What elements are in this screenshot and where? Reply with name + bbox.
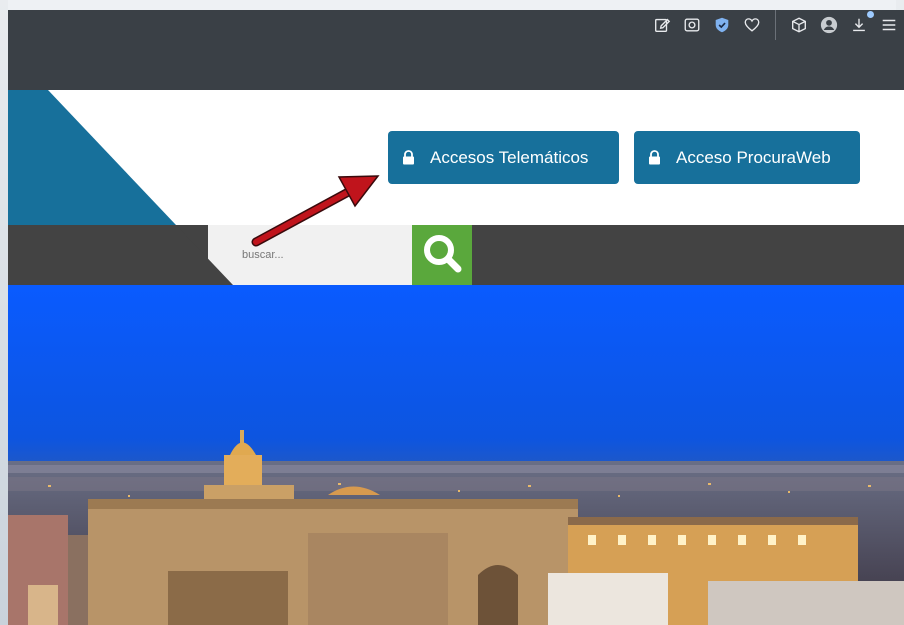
cube-icon[interactable] — [784, 11, 814, 39]
backdrop-top — [0, 0, 904, 10]
lock-icon — [402, 150, 415, 165]
site-header: Accesos Telemáticos Acceso ProcuraWeb — [8, 90, 904, 225]
search-placeholder: buscar... — [242, 249, 284, 261]
menu-icon[interactable] — [874, 11, 904, 39]
profile-avatar-icon[interactable] — [814, 11, 844, 39]
download-icon[interactable] — [844, 11, 874, 39]
edit-page-icon[interactable] — [647, 11, 677, 39]
screenshot-camera-icon[interactable] — [677, 11, 707, 39]
toolbar-separator — [775, 10, 776, 40]
download-badge — [867, 11, 874, 18]
accesos-telematicos-label: Accesos Telemáticos — [430, 147, 589, 167]
toolbar-icons — [647, 10, 904, 40]
search-bar-decoration — [8, 225, 233, 285]
search-bar: buscar... — [8, 225, 904, 285]
brand-triangle-decoration — [8, 90, 176, 225]
acceso-procuraweb-button[interactable]: Acceso ProcuraWeb — [634, 131, 860, 184]
shield-check-icon[interactable] — [707, 11, 737, 39]
heart-icon[interactable] — [737, 11, 767, 39]
hero-city-photo — [8, 285, 904, 625]
lock-icon — [648, 150, 661, 165]
search-icon — [420, 231, 464, 280]
browser-toolbar — [8, 10, 904, 90]
acceso-procuraweb-label: Acceso ProcuraWeb — [676, 147, 831, 167]
accesos-telematicos-button[interactable]: Accesos Telemáticos — [388, 131, 619, 184]
backdrop-left — [0, 0, 8, 625]
search-button[interactable] — [412, 225, 472, 285]
